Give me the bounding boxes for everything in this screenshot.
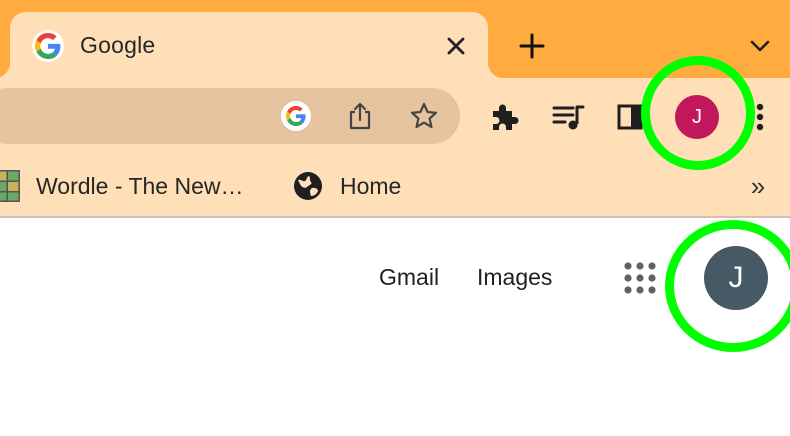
browser-window: Google J Wordle - The New… Home » Gmail … [0, 0, 790, 436]
bookmark-wordle[interactable]: Wordle - The New… [0, 166, 244, 206]
puzzle-extensions-icon[interactable] [482, 95, 526, 139]
tab-title: Google [80, 32, 156, 58]
close-icon[interactable] [442, 32, 470, 60]
tab-google[interactable]: Google [0, 12, 504, 78]
apps-grid-icon[interactable] [620, 258, 660, 298]
bookmarks-overflow-button[interactable]: » [742, 170, 774, 202]
bookmark-label: Home [340, 172, 402, 199]
google-g-icon [32, 30, 64, 62]
account-initial: J [728, 261, 744, 294]
chevron-down-icon[interactable] [744, 30, 776, 62]
profile-avatar-button[interactable]: J [675, 95, 719, 139]
media-queue-icon[interactable] [546, 95, 590, 139]
address-bar[interactable] [0, 88, 460, 144]
plus-icon[interactable] [514, 28, 550, 64]
tab-strip: Google [0, 0, 790, 78]
images-link[interactable]: Images [477, 264, 552, 291]
gmail-link[interactable]: Gmail [379, 264, 439, 291]
bookmark-label: Wordle - The New… [36, 172, 244, 199]
side-panel-icon[interactable] [608, 95, 652, 139]
kebab-menu-icon[interactable] [738, 95, 782, 139]
star-icon[interactable] [402, 94, 446, 138]
bookmark-home[interactable]: Home [292, 166, 401, 206]
wordle-grid-icon [0, 170, 20, 202]
bookmarks-bar: Wordle - The New… Home » [0, 156, 790, 218]
google-g-icon[interactable] [274, 94, 318, 138]
profile-initial: J [692, 105, 702, 128]
globe-icon [292, 170, 324, 202]
share-icon[interactable] [338, 94, 382, 138]
toolbar: J [0, 78, 790, 156]
google-account-avatar[interactable]: J [704, 246, 768, 310]
google-homepage: Gmail Images J [0, 218, 790, 436]
